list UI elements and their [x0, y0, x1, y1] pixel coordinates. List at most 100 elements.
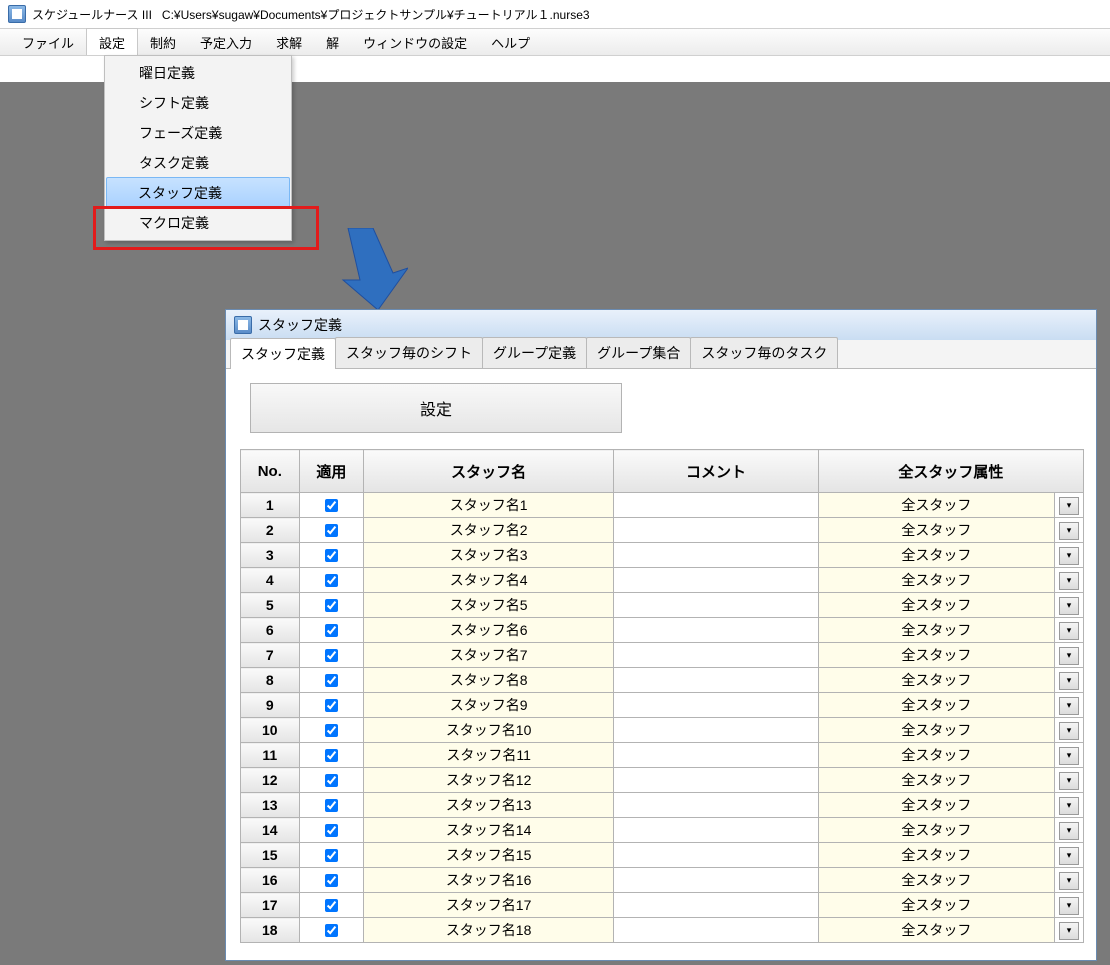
- cell-name[interactable]: スタッフ名9: [364, 693, 614, 718]
- cell-comment[interactable]: [614, 918, 819, 943]
- chevron-down-icon[interactable]: ▾: [1059, 872, 1079, 890]
- cell-attr-dropdown[interactable]: ▾: [1055, 618, 1084, 643]
- cell-apply[interactable]: [299, 593, 363, 618]
- child-title-bar[interactable]: スタッフ定義: [226, 310, 1096, 340]
- cell-attr[interactable]: 全スタッフ: [818, 843, 1054, 868]
- cell-name[interactable]: スタッフ名15: [364, 843, 614, 868]
- cell-no[interactable]: 5: [241, 593, 300, 618]
- dropdown-item-5[interactable]: マクロ定義: [107, 208, 289, 238]
- chevron-down-icon[interactable]: ▾: [1059, 847, 1079, 865]
- cell-attr[interactable]: 全スタッフ: [818, 868, 1054, 893]
- cell-no[interactable]: 1: [241, 493, 300, 518]
- dropdown-item-1[interactable]: シフト定義: [107, 88, 289, 118]
- cell-no[interactable]: 13: [241, 793, 300, 818]
- cell-attr[interactable]: 全スタッフ: [818, 493, 1054, 518]
- cell-no[interactable]: 6: [241, 618, 300, 643]
- cell-attr-dropdown[interactable]: ▾: [1055, 668, 1084, 693]
- chevron-down-icon[interactable]: ▾: [1059, 897, 1079, 915]
- cell-comment[interactable]: [614, 518, 819, 543]
- cell-apply[interactable]: [299, 568, 363, 593]
- cell-name[interactable]: スタッフ名17: [364, 893, 614, 918]
- cell-attr-dropdown[interactable]: ▾: [1055, 643, 1084, 668]
- menu-solution[interactable]: 解: [314, 29, 351, 55]
- col-comment[interactable]: コメント: [614, 450, 819, 493]
- settings-button[interactable]: 設定: [250, 383, 622, 433]
- cell-attr-dropdown[interactable]: ▾: [1055, 568, 1084, 593]
- chevron-down-icon[interactable]: ▾: [1059, 697, 1079, 715]
- menu-file[interactable]: ファイル: [10, 29, 86, 55]
- apply-checkbox[interactable]: [325, 799, 338, 812]
- apply-checkbox[interactable]: [325, 574, 338, 587]
- cell-name[interactable]: スタッフ名16: [364, 868, 614, 893]
- tab-4[interactable]: スタッフ毎のタスク: [690, 337, 838, 368]
- cell-apply[interactable]: [299, 843, 363, 868]
- cell-apply[interactable]: [299, 768, 363, 793]
- cell-comment[interactable]: [614, 893, 819, 918]
- apply-checkbox[interactable]: [325, 749, 338, 762]
- cell-comment[interactable]: [614, 643, 819, 668]
- cell-comment[interactable]: [614, 793, 819, 818]
- cell-no[interactable]: 4: [241, 568, 300, 593]
- cell-comment[interactable]: [614, 768, 819, 793]
- cell-no[interactable]: 14: [241, 818, 300, 843]
- menu-input[interactable]: 予定入力: [188, 29, 264, 55]
- cell-attr-dropdown[interactable]: ▾: [1055, 768, 1084, 793]
- cell-apply[interactable]: [299, 643, 363, 668]
- tab-0[interactable]: スタッフ定義: [230, 338, 336, 369]
- cell-name[interactable]: スタッフ名6: [364, 618, 614, 643]
- cell-apply[interactable]: [299, 793, 363, 818]
- cell-no[interactable]: 17: [241, 893, 300, 918]
- cell-comment[interactable]: [614, 868, 819, 893]
- cell-apply[interactable]: [299, 893, 363, 918]
- apply-checkbox[interactable]: [325, 874, 338, 887]
- cell-no[interactable]: 12: [241, 768, 300, 793]
- cell-attr-dropdown[interactable]: ▾: [1055, 893, 1084, 918]
- cell-attr-dropdown[interactable]: ▾: [1055, 918, 1084, 943]
- col-name[interactable]: スタッフ名: [364, 450, 614, 493]
- cell-name[interactable]: スタッフ名13: [364, 793, 614, 818]
- cell-name[interactable]: スタッフ名7: [364, 643, 614, 668]
- apply-checkbox[interactable]: [325, 774, 338, 787]
- cell-apply[interactable]: [299, 543, 363, 568]
- cell-no[interactable]: 18: [241, 918, 300, 943]
- cell-apply[interactable]: [299, 718, 363, 743]
- col-attr[interactable]: 全スタッフ属性: [818, 450, 1083, 493]
- apply-checkbox[interactable]: [325, 674, 338, 687]
- apply-checkbox[interactable]: [325, 649, 338, 662]
- apply-checkbox[interactable]: [325, 549, 338, 562]
- cell-comment[interactable]: [614, 743, 819, 768]
- cell-name[interactable]: スタッフ名18: [364, 918, 614, 943]
- chevron-down-icon[interactable]: ▾: [1059, 522, 1079, 540]
- tab-1[interactable]: スタッフ毎のシフト: [335, 337, 483, 368]
- cell-attr[interactable]: 全スタッフ: [818, 618, 1054, 643]
- cell-attr[interactable]: 全スタッフ: [818, 718, 1054, 743]
- cell-apply[interactable]: [299, 693, 363, 718]
- cell-name[interactable]: スタッフ名1: [364, 493, 614, 518]
- cell-attr[interactable]: 全スタッフ: [818, 818, 1054, 843]
- cell-attr[interactable]: 全スタッフ: [818, 918, 1054, 943]
- apply-checkbox[interactable]: [325, 524, 338, 537]
- cell-no[interactable]: 3: [241, 543, 300, 568]
- cell-attr-dropdown[interactable]: ▾: [1055, 743, 1084, 768]
- cell-name[interactable]: スタッフ名10: [364, 718, 614, 743]
- apply-checkbox[interactable]: [325, 724, 338, 737]
- cell-attr-dropdown[interactable]: ▾: [1055, 818, 1084, 843]
- chevron-down-icon[interactable]: ▾: [1059, 547, 1079, 565]
- cell-attr-dropdown[interactable]: ▾: [1055, 593, 1084, 618]
- cell-no[interactable]: 11: [241, 743, 300, 768]
- cell-comment[interactable]: [614, 718, 819, 743]
- dropdown-item-2[interactable]: フェーズ定義: [107, 118, 289, 148]
- cell-name[interactable]: スタッフ名12: [364, 768, 614, 793]
- cell-attr[interactable]: 全スタッフ: [818, 693, 1054, 718]
- menu-window[interactable]: ウィンドウの設定: [351, 29, 479, 55]
- apply-checkbox[interactable]: [325, 899, 338, 912]
- cell-name[interactable]: スタッフ名3: [364, 543, 614, 568]
- dropdown-item-3[interactable]: タスク定義: [107, 148, 289, 178]
- cell-apply[interactable]: [299, 493, 363, 518]
- apply-checkbox[interactable]: [325, 624, 338, 637]
- cell-attr[interactable]: 全スタッフ: [818, 643, 1054, 668]
- cell-no[interactable]: 15: [241, 843, 300, 868]
- chevron-down-icon[interactable]: ▾: [1059, 572, 1079, 590]
- chevron-down-icon[interactable]: ▾: [1059, 597, 1079, 615]
- tab-3[interactable]: グループ集合: [586, 337, 691, 368]
